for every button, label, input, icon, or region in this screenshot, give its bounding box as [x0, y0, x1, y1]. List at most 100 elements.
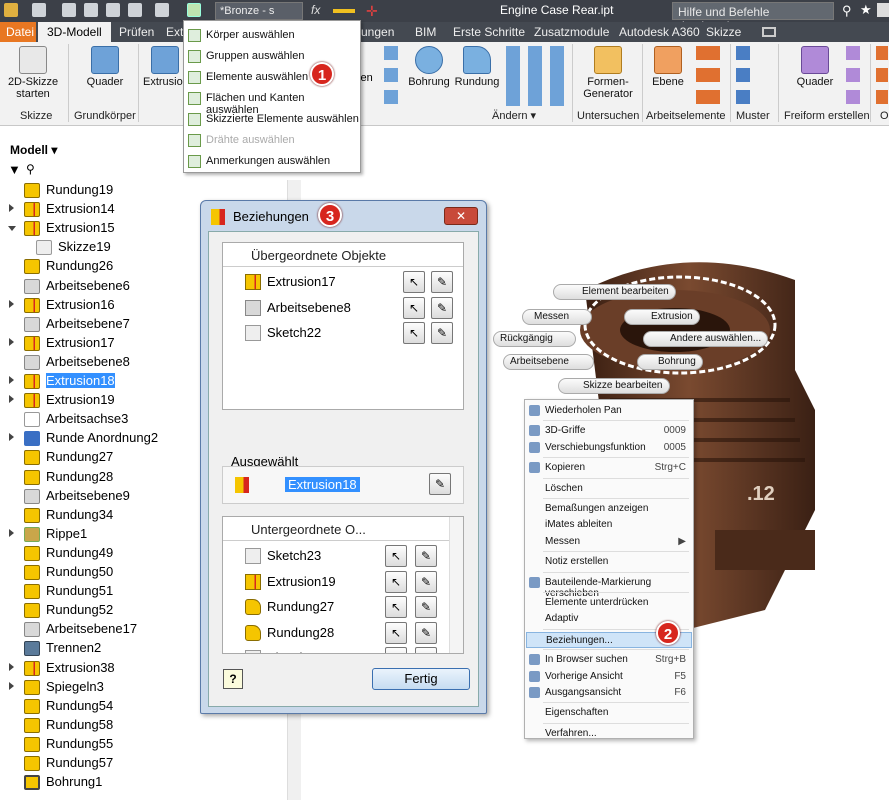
new-icon[interactable]	[32, 3, 46, 17]
select-pointer-button[interactable]: ↖	[385, 621, 407, 644]
context-menu-item[interactable]: Vorherige Ansicht F5	[526, 669, 692, 685]
fx-icon[interactable]: fx	[311, 3, 320, 17]
more-tools[interactable]	[876, 46, 888, 106]
edit-button[interactable]: ✎	[431, 322, 453, 344]
edit-button[interactable]: ✎	[431, 271, 453, 293]
select-pointer-button[interactable]: ↖	[403, 271, 425, 293]
expand-arrow-icon[interactable]	[9, 395, 14, 404]
context-menu-item[interactable]: Kopieren Strg+C	[526, 460, 692, 476]
small-tool-icon[interactable]	[384, 46, 398, 60]
context-menu-item[interactable]: Verschiebungsfunktion 0005	[526, 440, 692, 456]
undo-icon[interactable]	[106, 3, 120, 17]
home-icon[interactable]	[155, 3, 169, 17]
selected-value[interactable]: Extrusion18	[285, 477, 360, 492]
tab-erste-schritte[interactable]: Erste Schritte	[453, 25, 525, 39]
undo-bubble[interactable]: Rückgängig	[493, 331, 576, 347]
save-icon[interactable]	[84, 3, 98, 17]
edit-button[interactable]: ✎	[415, 570, 437, 593]
select-pointer-button[interactable]: ↖	[385, 545, 407, 567]
material-dropdown[interactable]: *Bronze - s	[215, 2, 303, 20]
context-menu-item[interactable]: Messen ▶	[526, 534, 692, 550]
extrusion-bubble[interactable]: Extrusion	[624, 309, 700, 325]
context-menu-item[interactable]: Wiederholen Pan	[526, 403, 692, 419]
edit-button[interactable]: ✎	[415, 545, 437, 567]
context-menu-item[interactable]: Notiz erstellen	[526, 554, 692, 570]
expand-arrow-icon[interactable]	[9, 337, 14, 346]
search-icon[interactable]: ⚲	[842, 3, 852, 19]
close-button[interactable]: ✕	[444, 207, 478, 225]
panel-toggle-icon[interactable]	[762, 27, 776, 37]
pattern-tools[interactable]	[736, 46, 750, 106]
browser-item[interactable]: Bohrung1	[0, 773, 287, 792]
expand-arrow-icon[interactable]	[9, 204, 14, 213]
context-menu-item[interactable]: 3D-Griffe 0009	[526, 423, 692, 439]
select-menu-item[interactable]: Flächen und Kanten auswählen	[184, 88, 360, 116]
expand-arrow-icon[interactable]	[9, 528, 14, 537]
small-tool-icon[interactable]	[384, 68, 398, 82]
workplane-bubble[interactable]: Arbeitsebene	[503, 354, 594, 370]
select-pointer-button[interactable]: ↖	[385, 570, 407, 593]
browser-item[interactable]: Rundung19	[0, 181, 287, 200]
edit-button[interactable]: ✎	[429, 473, 451, 495]
browser-item[interactable]: Rundung58	[0, 716, 287, 735]
browser-item[interactable]: Rundung55	[0, 735, 287, 754]
select-mode-icon[interactable]	[187, 3, 201, 17]
browser-item[interactable]: Rundung57	[0, 754, 287, 773]
context-menu-item[interactable]: Ausgangsansicht F6	[526, 685, 692, 701]
browser-title[interactable]: Modell ▾	[10, 143, 57, 157]
hole-button[interactable]: Bohrung	[406, 46, 452, 88]
select-pointer-button[interactable]: ↖	[385, 647, 407, 653]
star-icon[interactable]: ★	[860, 2, 872, 18]
start-sketch-button[interactable]: 2D-Skizze starten	[6, 46, 60, 100]
tab-3d-modell[interactable]: 3D-Modell	[38, 22, 111, 42]
select-menu-item[interactable]: Anmerkungen auswählen	[184, 151, 360, 172]
freeform-box-button[interactable]: Quader	[790, 46, 840, 88]
expand-arrow-icon[interactable]	[8, 226, 16, 232]
small-tool-icon[interactable]	[384, 90, 398, 104]
edit-feature-bubble[interactable]: Element bearbeiten	[553, 284, 676, 300]
plane-button[interactable]: Ebene	[646, 46, 690, 88]
hole-bubble[interactable]: Bohrung	[637, 354, 703, 370]
tab-datei[interactable]: Datei	[0, 22, 36, 42]
context-menu-item[interactable]: Verfahren...	[526, 726, 692, 742]
tab-zusatzmodule[interactable]: Zusatzmodule	[534, 25, 609, 39]
expand-arrow-icon[interactable]	[9, 681, 14, 690]
help-button[interactable]: ?	[223, 669, 243, 689]
help-search-input[interactable]: Hilfe und Befehle durchsuchen...	[672, 2, 834, 33]
freeform-tools[interactable]	[846, 46, 860, 106]
context-menu-item[interactable]: Löschen	[526, 481, 692, 497]
open-icon[interactable]	[62, 3, 76, 17]
fillet-button[interactable]: Rundung	[454, 46, 500, 88]
measure-bubble[interactable]: Messen	[522, 309, 593, 325]
box-button[interactable]: Quader	[80, 46, 130, 88]
select-menu-item[interactable]: Skizzierte Elemente auswählen	[184, 109, 360, 130]
expand-arrow-icon[interactable]	[9, 299, 14, 308]
context-menu-item[interactable]: Eigenschaften	[526, 705, 692, 721]
select-pointer-button[interactable]: ↖	[403, 296, 425, 319]
edit-button[interactable]: ✎	[415, 596, 437, 618]
tab-bim[interactable]: BIM	[415, 25, 436, 39]
expand-arrow-icon[interactable]	[9, 376, 14, 384]
shape-generator-button[interactable]: Formen-Generator	[580, 46, 636, 100]
redo-icon[interactable]	[128, 3, 142, 17]
appearance-icon[interactable]	[333, 9, 355, 13]
work-feature-tools[interactable]	[696, 46, 720, 106]
plus-icon[interactable]: ✛	[366, 3, 378, 20]
select-other-bubble[interactable]: Andere auswählen...	[643, 331, 769, 347]
context-menu-item[interactable]: In Browser suchen Strg+B	[526, 652, 692, 668]
tab-skizze[interactable]: Skizze	[706, 25, 741, 39]
expand-arrow-icon[interactable]	[9, 433, 14, 442]
tab-pruefen[interactable]: Prüfen	[119, 25, 154, 39]
edit-sketch-bubble[interactable]: Skizze bearbeiten	[558, 378, 670, 394]
find-icon[interactable]: ⚲	[26, 162, 35, 176]
edit-button[interactable]: ✎	[431, 296, 453, 319]
modify-tools-grid[interactable]	[506, 46, 566, 106]
select-pointer-button[interactable]: ↖	[403, 322, 425, 344]
edit-button[interactable]: ✎	[415, 647, 437, 653]
tab-umgebungen[interactable]: ungen	[361, 25, 394, 39]
done-button[interactable]: Fertig	[372, 668, 470, 690]
context-menu-item[interactable]: iMates ableiten	[526, 517, 692, 533]
app-icon[interactable]	[4, 3, 18, 17]
expand-arrow-icon[interactable]	[9, 662, 14, 671]
filter-icon[interactable]: ▼	[8, 162, 21, 177]
